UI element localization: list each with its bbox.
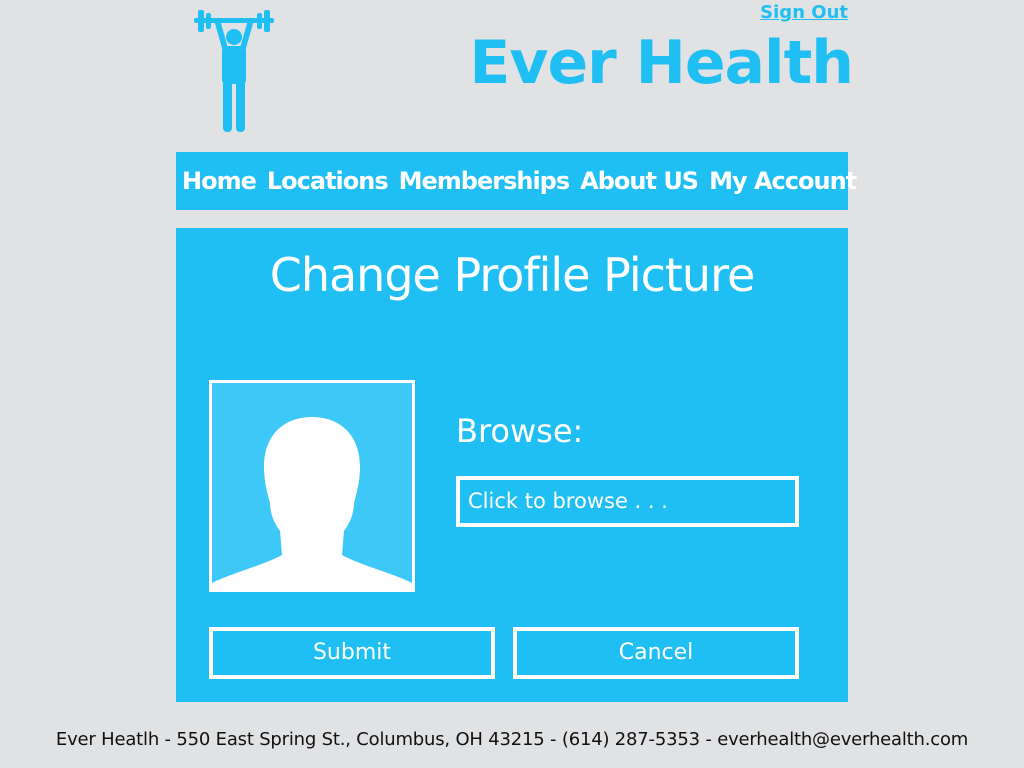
weightlifter-icon — [192, 8, 276, 134]
cancel-button[interactable]: Cancel — [513, 627, 799, 679]
nav-item-my-account[interactable]: My Account — [709, 167, 857, 195]
browse-label: Browse: — [456, 412, 584, 450]
main-nav: Home Locations Memberships About US My A… — [176, 152, 857, 210]
submit-button[interactable]: Submit — [209, 627, 495, 679]
nav-item-memberships[interactable]: Memberships — [399, 167, 571, 195]
nav-item-locations[interactable]: Locations — [267, 167, 389, 195]
brand-title: Ever Health — [469, 28, 854, 98]
page-title: Change Profile Picture — [269, 248, 756, 302]
user-silhouette-icon — [212, 417, 412, 589]
footer-contact: Ever Heatlh - 550 East Spring St., Colum… — [55, 729, 969, 750]
change-picture-panel: Change Profile Picture Browse: Click to … — [176, 228, 848, 702]
sign-out-link[interactable]: Sign Out — [760, 2, 848, 23]
avatar — [209, 380, 415, 592]
browse-file-field[interactable]: Click to browse . . . — [456, 476, 799, 527]
nav-item-home[interactable]: Home — [182, 167, 257, 195]
nav-item-about-us[interactable]: About US — [580, 167, 699, 195]
